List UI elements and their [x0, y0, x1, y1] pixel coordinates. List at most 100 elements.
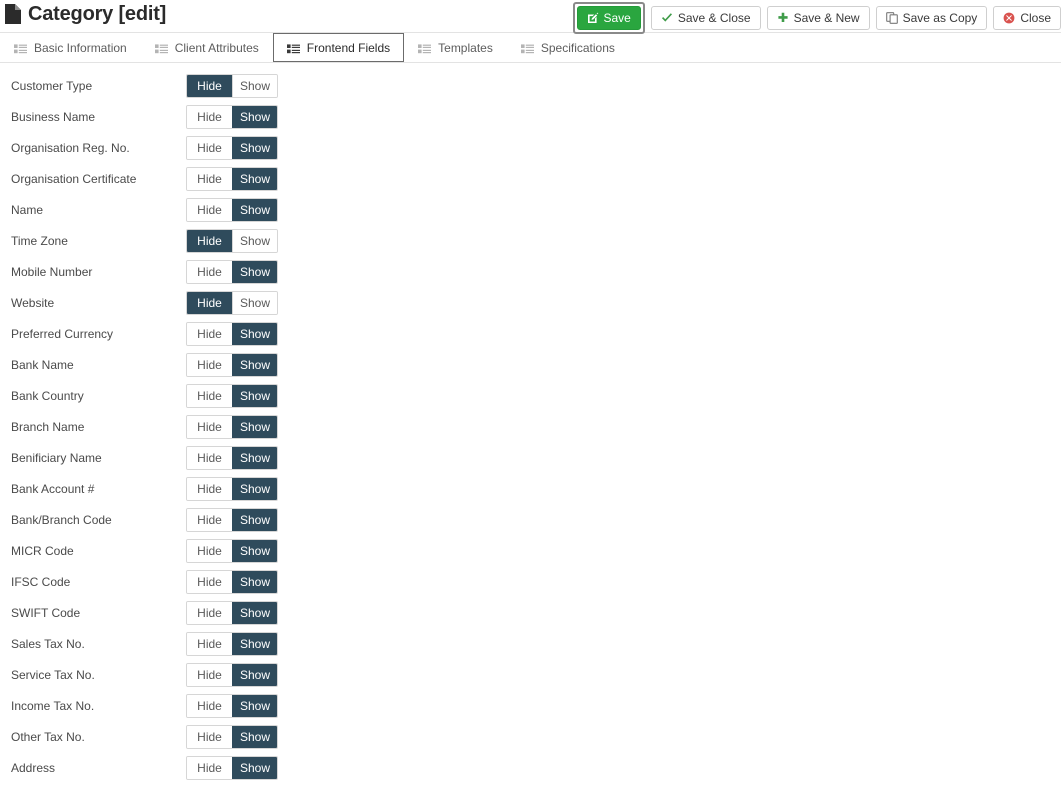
hide-button[interactable]: Hide [187, 198, 232, 221]
field-row: MICR Code Hide Show [0, 535, 1061, 566]
show-button[interactable]: Show [232, 384, 277, 407]
visibility-toggle-group: Hide Show [186, 352, 278, 377]
hide-button[interactable]: Hide [187, 322, 232, 345]
hide-button[interactable]: Hide [187, 663, 232, 686]
field-row: Service Tax No. Hide Show [0, 659, 1061, 690]
field-row: Name Hide Show [0, 194, 1061, 225]
hide-button[interactable]: Hide [187, 229, 232, 252]
show-button[interactable]: Show [232, 322, 277, 345]
save-and-close-button[interactable]: Save & Close [650, 6, 761, 30]
hide-button[interactable]: Hide [187, 136, 232, 159]
tab-label: Basic Information [34, 40, 127, 55]
save-and-close-label: Save & Close [677, 11, 751, 25]
hide-button[interactable]: Hide [187, 725, 232, 748]
field-row: Preferred Currency Hide Show [0, 318, 1061, 349]
hide-button[interactable]: Hide [187, 508, 232, 531]
tab-label: Client Attributes [174, 40, 259, 55]
show-button[interactable]: Show [232, 477, 277, 500]
hide-button[interactable]: Hide [187, 260, 232, 283]
show-button[interactable]: Show [232, 198, 277, 221]
hide-button[interactable]: Hide [187, 353, 232, 376]
show-button[interactable]: Show [232, 260, 277, 283]
save-and-new-button[interactable]: Save & New [766, 6, 870, 30]
field-row: Benificiary Name Hide Show [0, 442, 1061, 473]
hide-button[interactable]: Hide [187, 539, 232, 562]
visibility-toggle-group: Hide Show [186, 631, 278, 656]
field-label: Organisation Certificate [11, 171, 137, 186]
visibility-toggle-group: Hide Show [186, 259, 278, 284]
tab-specifications[interactable]: Specifications [507, 33, 629, 62]
save-button[interactable]: Save [576, 6, 641, 30]
list-icon [154, 43, 168, 53]
close-circle-icon [1003, 12, 1015, 24]
visibility-toggle-group: Hide Show [186, 755, 278, 780]
field-row: Other Tax No. Hide Show [0, 721, 1061, 752]
field-label: Branch Name [11, 419, 85, 434]
field-row: Bank Account # Hide Show [0, 473, 1061, 504]
visibility-toggle-group: Hide Show [186, 569, 278, 594]
visibility-toggle-group: Hide Show [186, 166, 278, 191]
tab-templates[interactable]: Templates [404, 33, 507, 62]
hide-button[interactable]: Hide [187, 415, 232, 438]
field-label: Time Zone [11, 233, 68, 248]
show-button[interactable]: Show [232, 74, 277, 97]
field-row: Income Tax No. Hide Show [0, 690, 1061, 721]
hide-button[interactable]: Hide [187, 694, 232, 717]
page-title: Category [edit] [28, 3, 167, 25]
show-button[interactable]: Show [232, 632, 277, 655]
field-row: Organisation Certificate Hide Show [0, 163, 1061, 194]
show-button[interactable]: Show [232, 415, 277, 438]
hide-button[interactable]: Hide [187, 446, 232, 469]
show-button[interactable]: Show [232, 725, 277, 748]
hide-button[interactable]: Hide [187, 756, 232, 779]
field-label: Business Name [11, 109, 96, 124]
hide-button[interactable]: Hide [187, 167, 232, 190]
tab-basic-information[interactable]: Basic Information [0, 33, 141, 62]
visibility-toggle-group: Hide Show [186, 73, 278, 98]
hide-button[interactable]: Hide [187, 74, 232, 97]
page-title-group: Category [edit] [0, 0, 166, 26]
show-button[interactable]: Show [232, 291, 277, 314]
show-button[interactable]: Show [232, 756, 277, 779]
visibility-toggle-group: Hide Show [186, 104, 278, 129]
toolbar: Save Save & Close Save & New Save as Cop… [572, 2, 1061, 34]
tab-frontend-fields[interactable]: Frontend Fields [272, 33, 405, 62]
show-button[interactable]: Show [232, 446, 277, 469]
close-button[interactable]: Close [993, 6, 1061, 30]
field-row: Website Hide Show [0, 287, 1061, 318]
field-label: Mobile Number [11, 264, 93, 279]
show-button[interactable]: Show [232, 105, 277, 128]
field-row: Bank Country Hide Show [0, 380, 1061, 411]
show-button[interactable]: Show [232, 167, 277, 190]
frontend-fields-list: Customer Type Hide Show Business Name Hide Sh… [0, 63, 1061, 783]
hide-button[interactable]: Hide [187, 570, 232, 593]
document-icon [5, 4, 21, 24]
tab-client-attributes[interactable]: Client Attributes [141, 33, 273, 62]
hide-button[interactable]: Hide [187, 477, 232, 500]
show-button[interactable]: Show [232, 353, 277, 376]
show-button[interactable]: Show [232, 508, 277, 531]
field-label: Bank Account # [11, 481, 95, 496]
field-label: SWIFT Code [11, 605, 81, 620]
hide-button[interactable]: Hide [187, 601, 232, 624]
visibility-toggle-group: Hide Show [186, 507, 278, 532]
show-button[interactable]: Show [232, 663, 277, 686]
hide-button[interactable]: Hide [187, 105, 232, 128]
save-as-copy-button[interactable]: Save as Copy [875, 6, 988, 30]
show-button[interactable]: Show [232, 570, 277, 593]
show-button[interactable]: Show [232, 601, 277, 624]
field-row: Bank Name Hide Show [0, 349, 1061, 380]
show-button[interactable]: Show [232, 694, 277, 717]
show-button[interactable]: Show [232, 136, 277, 159]
list-icon [418, 43, 432, 53]
hide-button[interactable]: Hide [187, 384, 232, 407]
hide-button[interactable]: Hide [187, 632, 232, 655]
show-button[interactable]: Show [232, 539, 277, 562]
visibility-toggle-group: Hide Show [186, 662, 278, 687]
visibility-toggle-group: Hide Show [186, 476, 278, 501]
field-label: Preferred Currency [11, 326, 114, 341]
save-button-label: Save [603, 11, 631, 25]
hide-button[interactable]: Hide [187, 291, 232, 314]
list-icon [520, 43, 534, 53]
show-button[interactable]: Show [232, 229, 277, 252]
